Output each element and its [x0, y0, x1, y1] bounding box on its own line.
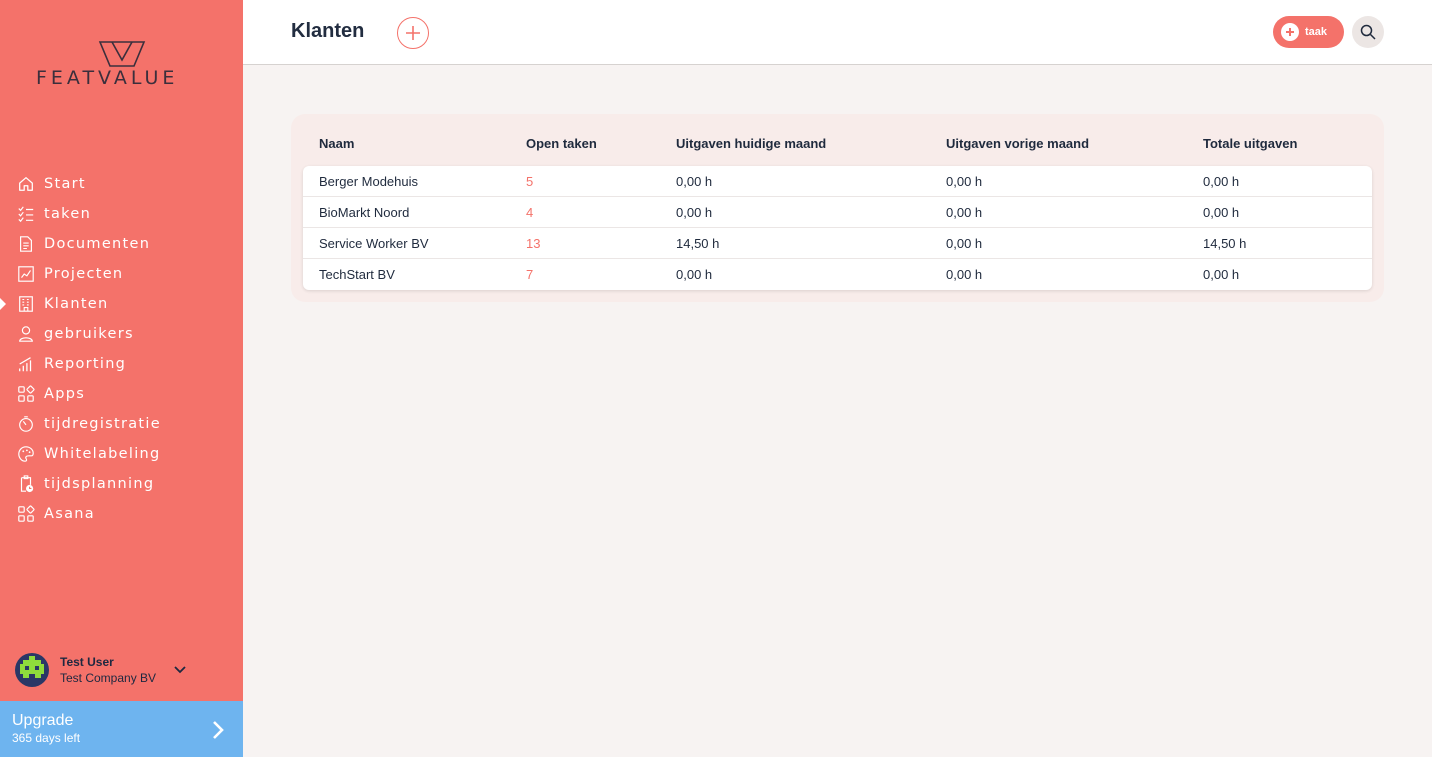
table-body: Berger Modehuis 5 0,00 h 0,00 h 0,00 h B… — [303, 166, 1372, 290]
sidebar-item-label: Klanten — [44, 296, 109, 312]
sidebar-item-apps[interactable]: Apps — [0, 379, 243, 409]
column-header-uitgaven-vorige-maand[interactable]: Uitgaven vorige maand — [946, 136, 1089, 151]
sidebar: FEATVALUE Start taken Documenten Project… — [0, 0, 243, 757]
open-tasks-count: 13 — [526, 236, 541, 251]
upgrade-title: Upgrade — [12, 712, 74, 729]
sidebar-item-reporting[interactable]: Reporting — [0, 349, 243, 379]
sidebar-item-tijdsplanning[interactable]: tijdsplanning — [0, 469, 243, 499]
total-hours: 0,00 h — [1203, 205, 1240, 220]
current-month-hours: 0,00 h — [676, 205, 713, 220]
total-hours: 0,00 h — [1203, 267, 1240, 282]
home-icon — [16, 174, 36, 194]
sidebar-item-label: Whitelabeling — [44, 446, 161, 462]
user-menu[interactable]: Test User Test Company BV — [15, 652, 215, 688]
client-name: Berger Modehuis — [319, 174, 418, 189]
sidebar-item-label: Start — [44, 176, 86, 192]
column-header-uitgaven-huidige-maand[interactable]: Uitgaven huidige maand — [676, 136, 826, 151]
sidebar-item-label: gebruikers — [44, 326, 134, 342]
user-icon — [16, 324, 36, 344]
clients-table: Naam Open taken Uitgaven huidige maand U… — [291, 114, 1384, 302]
sidebar-item-label: Projecten — [44, 266, 124, 282]
sidebar-item-gebruikers[interactable]: gebruikers — [0, 319, 243, 349]
add-task-button[interactable]: taak — [1273, 16, 1344, 48]
sidebar-item-label: Apps — [44, 386, 86, 402]
user-name: Test User — [60, 654, 114, 669]
table-row[interactable]: Service Worker BV 13 14,50 h 0,00 h 14,5… — [303, 228, 1372, 259]
bar-chart-icon — [16, 354, 36, 374]
sidebar-item-label: Reporting — [44, 356, 127, 372]
table-row[interactable]: Berger Modehuis 5 0,00 h 0,00 h 0,00 h — [303, 166, 1372, 197]
avatar-icon — [20, 656, 44, 678]
total-hours: 14,50 h — [1203, 236, 1247, 251]
sidebar-item-projecten[interactable]: Projecten — [0, 259, 243, 289]
palette-icon — [16, 444, 36, 464]
apps-icon — [16, 504, 36, 524]
sidebar-item-klanten[interactable]: Klanten — [0, 289, 243, 319]
current-month-hours: 14,50 h — [676, 236, 720, 251]
sidebar-item-label: Documenten — [44, 236, 151, 252]
chevron-right-icon — [210, 719, 226, 746]
upgrade-days-left: 365 days left — [12, 731, 81, 745]
chevron-down-icon[interactable] — [173, 662, 187, 680]
logo[interactable]: FEATVALUE — [36, 40, 211, 92]
current-month-hours: 0,00 h — [676, 267, 713, 282]
checklist-icon — [16, 204, 36, 224]
sidebar-item-taken[interactable]: taken — [0, 199, 243, 229]
avatar — [15, 653, 49, 687]
sidebar-item-tijdregistratie[interactable]: tijdregistratie — [0, 409, 243, 439]
page-title: Klanten — [291, 20, 365, 42]
total-hours: 0,00 h — [1203, 174, 1240, 189]
sidebar-item-asana[interactable]: Asana — [0, 499, 243, 529]
sidebar-item-start[interactable]: Start — [0, 169, 243, 199]
column-header-open-taken[interactable]: Open taken — [526, 136, 597, 151]
building-icon — [16, 294, 36, 314]
client-name: Service Worker BV — [319, 236, 429, 251]
top-header: Klanten taak — [243, 0, 1432, 65]
search-icon — [1360, 24, 1376, 40]
open-tasks-count: 5 — [526, 174, 534, 189]
document-icon — [16, 234, 36, 254]
column-header-totale-uitgaven[interactable]: Totale uitgaven — [1203, 136, 1297, 151]
add-task-label: taak — [1305, 26, 1328, 38]
sidebar-nav: Start taken Documenten Projecten Klanten… — [0, 169, 243, 529]
clipboard-clock-icon — [16, 474, 36, 494]
apps-icon — [16, 384, 36, 404]
sidebar-item-label: Asana — [44, 506, 95, 522]
sidebar-item-documenten[interactable]: Documenten — [0, 229, 243, 259]
user-company: Test Company BV — [60, 670, 157, 685]
upgrade-banner[interactable]: Upgrade 365 days left — [0, 701, 243, 757]
logo-text: FEATVALUE — [36, 67, 179, 89]
column-header-naam[interactable]: Naam — [319, 136, 354, 151]
sidebar-item-label: tijdregistratie — [44, 416, 161, 432]
previous-month-hours: 0,00 h — [946, 236, 983, 251]
add-client-button[interactable] — [397, 17, 429, 49]
table-row[interactable]: BioMarkt Noord 4 0,00 h 0,00 h 0,00 h — [303, 197, 1372, 228]
open-tasks-count: 4 — [526, 205, 534, 220]
current-month-hours: 0,00 h — [676, 174, 713, 189]
previous-month-hours: 0,00 h — [946, 267, 983, 282]
client-name: TechStart BV — [319, 267, 395, 282]
previous-month-hours: 0,00 h — [946, 205, 983, 220]
open-tasks-count: 7 — [526, 267, 534, 282]
table-row[interactable]: TechStart BV 7 0,00 h 0,00 h 0,00 h — [303, 259, 1372, 290]
plus-icon — [1281, 23, 1299, 41]
sidebar-item-label: tijdsplanning — [44, 476, 155, 492]
plus-icon — [406, 26, 420, 40]
table-header: Naam Open taken Uitgaven huidige maand U… — [291, 114, 1384, 166]
sidebar-item-whitelabeling[interactable]: Whitelabeling — [0, 439, 243, 469]
sidebar-item-label: taken — [44, 206, 92, 222]
previous-month-hours: 0,00 h — [946, 174, 983, 189]
logo-mark-icon — [98, 41, 146, 67]
search-button[interactable] — [1352, 16, 1384, 48]
client-name: BioMarkt Noord — [319, 205, 410, 220]
chart-icon — [16, 264, 36, 284]
timer-icon — [16, 414, 36, 434]
